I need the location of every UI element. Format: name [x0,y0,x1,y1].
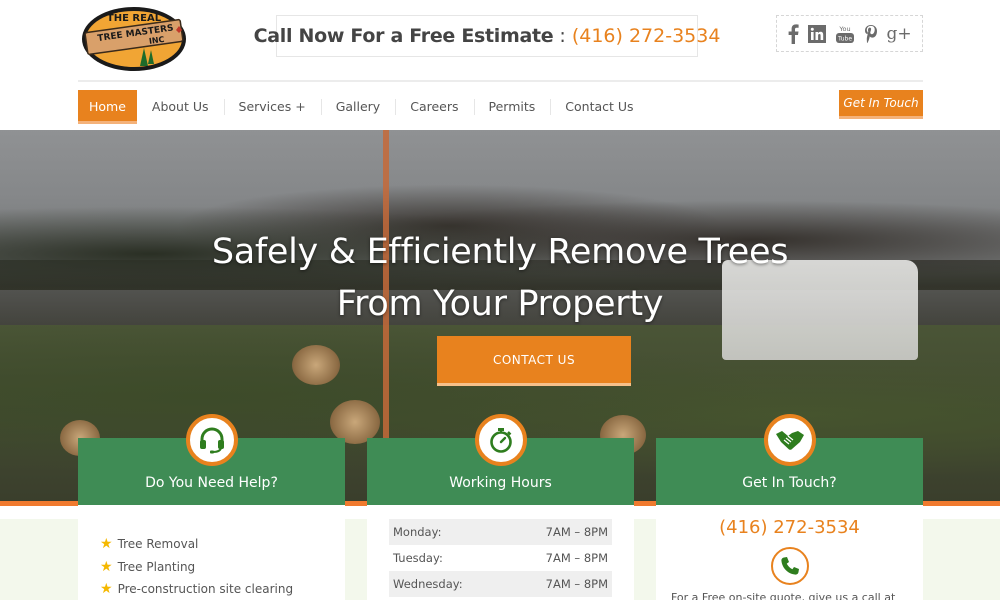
hero-headline-line1: Safely & Efficiently Remove Trees [211,232,789,272]
free-estimate-callout: Call Now For a Free Estimate : (416) 272… [254,15,720,57]
service-label: Tree Removal [117,537,199,552]
service-label: Pre-construction site clearing [117,582,294,597]
nav-services[interactable]: Services + [223,91,321,123]
hours-time: 7AM – 8PM [545,525,608,539]
svg-text:You: You [838,25,850,33]
youtube-icon[interactable]: You Tube [835,23,855,45]
svg-text:THE REAL: THE REAL [107,13,162,24]
hours-day: Wednesday: [393,577,463,591]
hours-table: Monday: 7AM – 8PM Tuesday: 7AM – 8PM Wedne… [367,505,634,597]
hero-headline-line2: From Your Property [336,284,664,324]
nav-contact-us[interactable]: Contact Us [550,91,648,123]
hours-row: Wednesday: 7AM – 8PM [389,571,612,597]
phone-icon[interactable] [770,547,809,585]
nav-about-us[interactable]: About Us [137,91,224,123]
hours-time: 7AM – 8PM [545,577,608,591]
get-in-touch-card: Get In Touch? (416) 272-3534 For a Free … [656,414,923,600]
star-icon: ★ [100,558,113,575]
get-in-touch-button[interactable]: Get In Touch [839,90,923,119]
contact-note: For a Free on-site quote, give us a call… [671,591,896,600]
list-item[interactable]: ★ Tree Removal [100,533,345,556]
header-phone-link[interactable]: (416) 272-3534 [572,25,721,47]
nav-home[interactable]: Home [78,90,137,124]
services-list: ★ Tree Removal ★ Tree Planting ★ Pre-constr… [78,505,345,600]
pinterest-icon[interactable] [864,23,878,45]
site-header: THE REAL TREE MASTERS INC Call Now For a… [0,0,1000,130]
svg-text:Tube: Tube [837,35,852,42]
social-links: You Tube g+ [776,15,923,52]
logo-badge-icon: THE REAL TREE MASTERS INC [82,7,186,71]
handshake-icon [763,414,816,466]
linkedin-icon[interactable] [808,23,827,45]
facebook-icon[interactable] [787,23,799,45]
call-label: Call Now For a Free Estimate [253,25,554,47]
list-item[interactable]: ★ Tree Planting [100,556,345,579]
hours-day: Monday: [393,525,442,539]
google-plus-icon[interactable]: g+ [886,23,911,45]
headset-icon [185,414,238,466]
nav-careers[interactable]: Careers [395,91,473,123]
hero-photo-log [292,345,340,385]
nav-permits[interactable]: Permits [473,91,551,123]
hero-headline: Safely & Efficiently Remove Trees From Y… [0,226,1000,330]
service-label: Tree Planting [117,559,196,574]
hours-row: Tuesday: 7AM – 8PM [389,545,612,571]
header-divider [78,80,923,82]
hours-time: 7AM – 8PM [545,551,608,565]
logo[interactable]: THE REAL TREE MASTERS INC [78,4,190,74]
hours-day: Tuesday: [393,551,443,565]
hours-row: Monday: 7AM – 8PM [389,519,612,545]
star-icon: ★ [100,581,113,598]
nav-gallery[interactable]: Gallery [320,91,396,123]
call-separator: : [559,25,566,47]
star-icon: ★ [100,536,113,553]
help-card: Do You Need Help? ★ Tree Removal ★ Tree Pl… [78,414,345,600]
stopwatch-icon [474,414,527,466]
main-nav: Home About Us Services + Gallery Careers… [78,90,649,124]
list-item[interactable]: ★ Pre-construction site clearing [100,578,345,600]
working-hours-card: Working Hours Monday: 7AM – 8PM Tuesday: 7… [367,414,634,600]
contact-phone-link[interactable]: (416) 272-3534 [656,517,923,538]
contact-us-button[interactable]: CONTACT US [437,336,631,386]
